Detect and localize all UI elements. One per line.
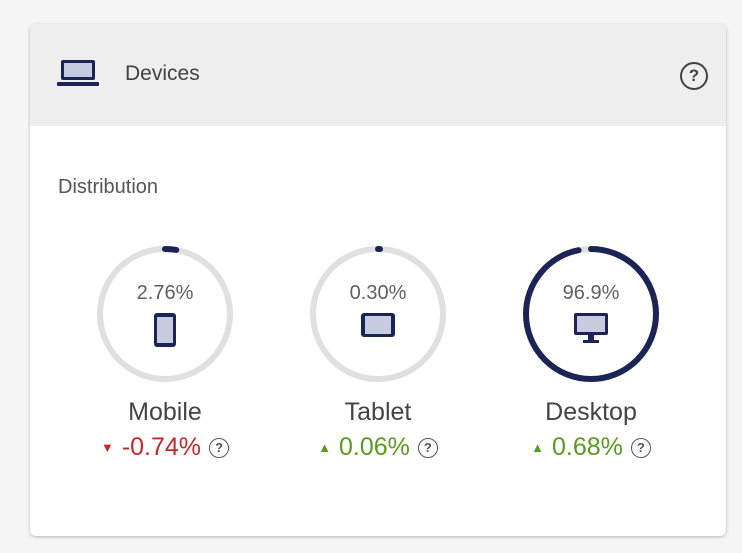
help-circle-icon[interactable]: ? <box>630 437 651 458</box>
device-label: Desktop <box>545 398 637 426</box>
share-value: 0.30% <box>349 282 407 304</box>
up-arrow-icon: ▲ <box>531 440 544 455</box>
tablet-icon <box>361 313 395 337</box>
devices-card: Devices ? Distribution 2.76% Mobile ▼ -0… <box>30 24 726 536</box>
donut-ring-tablet: 0.30% <box>308 244 448 384</box>
change-indicator: ▼ -0.74% ? <box>85 433 245 462</box>
change-value: 0.06% <box>338 433 410 461</box>
device-label: Tablet <box>344 398 412 426</box>
metric-mobile: 2.76% Mobile ▼ -0.74% ? <box>85 244 245 462</box>
desktop-icon <box>574 313 608 343</box>
help-circle-icon[interactable]: ? <box>680 62 708 90</box>
change-value: 0.68% <box>551 433 623 461</box>
share-value: 2.76% <box>136 282 194 304</box>
change-indicator: ▲ 0.68% ? <box>511 433 671 462</box>
up-arrow-icon: ▲ <box>318 440 331 455</box>
card-header: Devices ? <box>30 24 726 126</box>
help-circle-icon[interactable]: ? <box>417 437 438 458</box>
card-title: Devices <box>125 62 200 85</box>
donut-ring-desktop: 96.9% <box>521 244 661 384</box>
section-label: Distribution <box>58 176 159 198</box>
laptop-icon <box>57 60 99 86</box>
change-value: -0.74% <box>121 433 202 461</box>
help-circle-icon[interactable]: ? <box>209 437 230 458</box>
metric-tablet: 0.30% Tablet ▲ 0.06% ? <box>298 244 458 462</box>
down-arrow-icon: ▼ <box>100 440 114 455</box>
share-value: 96.9% <box>562 282 620 304</box>
metric-desktop: 96.9% Desktop ▲ 0.68% ? <box>511 244 671 462</box>
change-indicator: ▲ 0.06% ? <box>298 433 458 462</box>
smartphone-icon <box>154 313 176 347</box>
device-label: Mobile <box>128 398 202 426</box>
donut-ring-mobile: 2.76% <box>95 244 235 384</box>
